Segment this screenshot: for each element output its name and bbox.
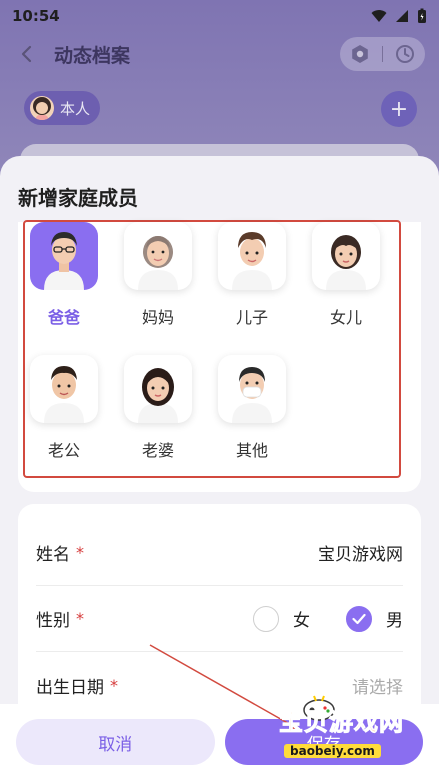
name-row[interactable]: 姓名 * 宝贝游戏网 bbox=[36, 520, 403, 586]
settings-icon[interactable] bbox=[350, 44, 370, 64]
back-button[interactable] bbox=[14, 42, 38, 66]
wifi-icon bbox=[371, 10, 387, 22]
mother-avatar bbox=[124, 222, 192, 290]
required-mark: * bbox=[76, 609, 84, 628]
member-option-daughter[interactable]: 女儿 bbox=[306, 222, 386, 328]
page-title: 动态档案 bbox=[54, 44, 131, 67]
status-icons bbox=[371, 8, 427, 24]
self-member-chip[interactable]: 本人 bbox=[24, 91, 101, 125]
save-button[interactable]: 保存 bbox=[224, 719, 423, 765]
chevron-left-icon bbox=[21, 45, 32, 63]
bottom-action-bar: 取消 保存 bbox=[0, 704, 439, 780]
member-label: 儿子 bbox=[235, 308, 268, 327]
gender-options: 女 男 bbox=[253, 605, 403, 632]
wife-avatar bbox=[124, 355, 192, 423]
birth-date-label: 出生日期 bbox=[36, 677, 104, 698]
name-input[interactable]: 宝贝游戏网 bbox=[318, 540, 403, 565]
member-option-mother[interactable]: 妈妈 bbox=[118, 222, 198, 328]
member-option-father[interactable]: 爸爸 bbox=[24, 222, 104, 328]
gender-female-label[interactable]: 女 bbox=[293, 606, 310, 631]
member-option-son[interactable]: 儿子 bbox=[212, 222, 292, 328]
member-label: 老公 bbox=[47, 441, 80, 460]
cancel-button[interactable]: 取消 bbox=[16, 719, 215, 765]
member-option-wife[interactable]: 老婆 bbox=[118, 355, 198, 461]
gender-female-radio[interactable] bbox=[253, 605, 279, 632]
member-label: 其他 bbox=[235, 441, 268, 460]
member-label: 爸爸 bbox=[47, 308, 80, 327]
name-label: 姓名 bbox=[36, 545, 70, 565]
status-time: 10:54 bbox=[12, 7, 60, 25]
clock-icon[interactable] bbox=[395, 44, 415, 64]
other-avatar bbox=[218, 355, 286, 423]
member-label: 妈妈 bbox=[141, 308, 174, 327]
avatar bbox=[30, 96, 54, 120]
member-option-other[interactable]: 其他 bbox=[212, 355, 292, 461]
battery-icon bbox=[418, 8, 426, 23]
status-bar: 10:54 bbox=[0, 0, 439, 32]
gender-label: 性别 bbox=[36, 611, 70, 631]
son-avatar bbox=[218, 222, 286, 290]
required-mark: * bbox=[110, 675, 118, 695]
gender-male-radio[interactable] bbox=[346, 605, 372, 632]
member-label: 老婆 bbox=[141, 441, 174, 460]
top-actions bbox=[340, 37, 425, 71]
sheet-title: 新增家庭成员 bbox=[18, 186, 138, 210]
father-avatar bbox=[30, 222, 98, 290]
check-icon bbox=[352, 613, 366, 624]
husband-avatar bbox=[30, 355, 98, 423]
signal-icon bbox=[396, 10, 408, 22]
top-bar: 动态档案 bbox=[0, 34, 439, 74]
daughter-avatar bbox=[312, 222, 380, 290]
add-family-member-sheet: 新增家庭成员 爸爸 妈妈 儿子 女儿 老公 老婆 其他 姓名 * 宝贝游戏网 性… bbox=[0, 156, 439, 780]
add-member-button[interactable]: + bbox=[381, 91, 417, 127]
birth-date-picker[interactable]: 请选择 bbox=[352, 673, 403, 698]
member-label: 女儿 bbox=[329, 308, 362, 327]
gender-row: 性别 * 女 男 bbox=[36, 586, 403, 652]
divider bbox=[382, 46, 383, 62]
required-mark: * bbox=[76, 543, 84, 562]
self-chip-label: 本人 bbox=[60, 99, 91, 118]
member-option-husband[interactable]: 老公 bbox=[24, 355, 104, 461]
gender-male-label[interactable]: 男 bbox=[386, 606, 403, 631]
